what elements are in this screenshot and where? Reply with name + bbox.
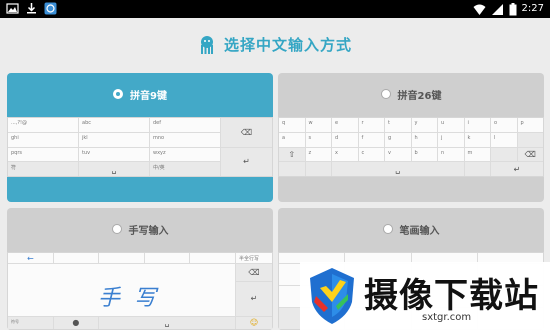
battery-icon	[509, 2, 517, 15]
backspace-icon: ⌫	[235, 264, 272, 281]
preview-key: g	[385, 132, 411, 147]
preview-key: m	[464, 147, 490, 162]
sym-key: 符号	[8, 316, 53, 329]
preview-key: ghi	[8, 132, 78, 147]
radio-unselected-icon	[111, 224, 122, 234]
preview-key: tuv	[79, 147, 149, 162]
option-label: 拼音26键	[397, 90, 442, 102]
back-arrow-icon: ←	[8, 253, 53, 263]
preview-key: 中/英	[150, 162, 220, 176]
option-pinyin-9key[interactable]: 拼音9键 ...,?!@ abc def ⌫ ghi jkl mno pqrs …	[7, 73, 273, 202]
preview-key: b	[411, 147, 437, 162]
status-bar: 2:27	[0, 0, 550, 18]
wifi-icon	[473, 4, 486, 15]
handwriting-sample: 手写	[98, 286, 171, 311]
option-label: 笔画输入	[399, 225, 440, 237]
option-pinyin-26key[interactable]: 拼音26键 q w e r t y u i o p a s d f g h j …	[278, 73, 544, 202]
preview-key: r	[358, 118, 384, 132]
preview-key: p	[517, 118, 543, 132]
preview-key: j	[438, 132, 464, 147]
preview-key: c	[358, 147, 384, 162]
option-handwriting[interactable]: 手写输入 ← 半全行写 手写 ⌫ ↵ 符号 ● ␣ ☺	[7, 208, 273, 330]
preview-key: def	[150, 118, 220, 132]
watermark-brand: 摄像下载站	[364, 276, 539, 316]
image-notification-icon	[6, 3, 19, 14]
backspace-icon: ⌫	[221, 118, 272, 147]
watermark: 摄像下载站 sxtgr.com	[300, 262, 550, 330]
preview-key: u	[438, 118, 464, 132]
candidate-slot	[190, 253, 235, 263]
space-icon: ␣	[332, 162, 464, 176]
preview-key	[464, 162, 490, 176]
preview-key: d	[332, 132, 358, 147]
preview-key: w	[305, 118, 331, 132]
preview-key: y	[411, 118, 437, 132]
writing-area: 手写	[8, 264, 235, 316]
mode-label: 半全行写	[235, 253, 272, 263]
candidate-slot	[144, 253, 190, 263]
radio-unselected-icon	[382, 224, 393, 234]
page-title: 选择中文输入方式	[223, 36, 352, 54]
option-label: 手写输入	[128, 225, 169, 237]
space-icon: ␣	[99, 316, 235, 329]
preview-key: wxyz	[150, 147, 220, 162]
space-icon: ␣	[79, 162, 149, 176]
preview-key: abc	[79, 118, 149, 132]
clock: 2:27	[521, 3, 544, 14]
preview-key: h	[411, 132, 437, 147]
preview-key: n	[438, 147, 464, 162]
preview-key: pqrs	[8, 147, 78, 162]
option-header: 手写输入	[7, 208, 273, 250]
option-label: 拼音9键	[130, 90, 167, 102]
preview-key	[279, 162, 305, 176]
preview-key: jkl	[79, 132, 149, 147]
preview-key: f	[358, 132, 384, 147]
enter-icon: ↵	[491, 162, 543, 176]
preview-key	[517, 132, 543, 147]
watermark-domain: sxtgr.com	[422, 312, 472, 323]
preview-key: a	[279, 132, 305, 147]
preview-key: z	[305, 147, 331, 162]
preview-key: mno	[150, 132, 220, 147]
candidate-slot	[53, 253, 99, 263]
preview-key: x	[332, 147, 358, 162]
preview-key: k	[464, 132, 490, 147]
nine-key-preview: ...,?!@ abc def ⌫ ghi jkl mno pqrs tuv w…	[7, 117, 273, 177]
preview-key: i	[464, 118, 490, 132]
page-heading: 选择中文输入方式	[0, 34, 550, 55]
candidate-slot	[99, 253, 144, 263]
backspace-icon: ⌫	[517, 147, 543, 162]
twentysix-key-preview: q w e r t y u i o p a s d f g h j k l ⇧ …	[278, 117, 544, 177]
mic-icon: ●	[53, 316, 99, 329]
enter-icon: ↵	[221, 147, 272, 176]
preview-key: 符	[8, 162, 78, 176]
download-icon	[27, 3, 36, 14]
enter-icon: ↵	[235, 281, 272, 316]
handwriting-preview: ← 半全行写 手写 ⌫ ↵ 符号 ● ␣ ☺	[7, 252, 273, 330]
option-header: 拼音26键	[278, 73, 544, 115]
radio-selected-icon	[113, 89, 124, 99]
preview-key: v	[385, 147, 411, 162]
preview-key: q	[279, 118, 305, 132]
preview-key: e	[332, 118, 358, 132]
preview-key: ...,?!@	[8, 118, 78, 132]
shield-logo-icon	[310, 268, 354, 324]
preview-key	[305, 162, 331, 176]
preview-key: t	[385, 118, 411, 132]
emoji-icon: ☺	[235, 316, 272, 329]
preview-key	[491, 147, 517, 162]
signal-icon	[491, 3, 503, 15]
app-notification-icon	[44, 2, 57, 15]
option-header: 笔画输入	[278, 208, 544, 250]
radio-unselected-icon	[380, 89, 391, 99]
option-header: 拼音9键	[7, 73, 273, 115]
preview-key: s	[305, 132, 331, 147]
preview-key: l	[491, 132, 517, 147]
preview-key: o	[491, 118, 517, 132]
shift-icon: ⇧	[279, 147, 305, 162]
octopus-logo-icon	[200, 35, 213, 54]
